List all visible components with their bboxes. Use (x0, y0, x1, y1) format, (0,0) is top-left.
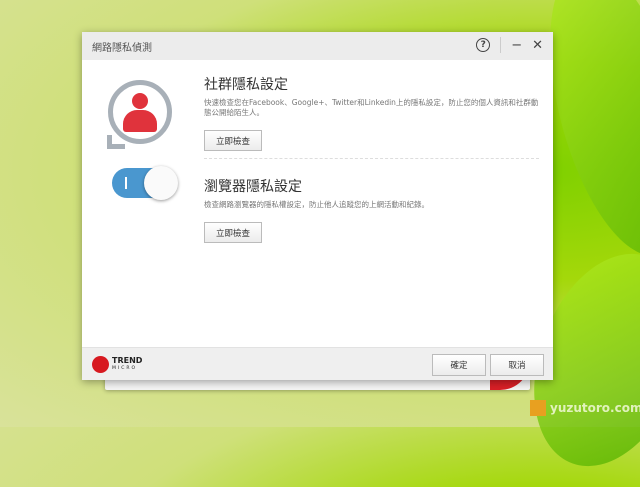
fox-badge-icon (530, 400, 546, 416)
brand-text: TREND (112, 355, 143, 365)
social-check-now-button[interactable]: 立即檢查 (204, 130, 262, 151)
section-title: 瀏覽器隱私設定 (204, 179, 302, 195)
trend-micro-logo: TREND MICRO (92, 356, 142, 373)
close-button[interactable]: ✕ (532, 38, 543, 53)
ok-button[interactable]: 確定 (432, 354, 486, 376)
help-icon[interactable]: ? (476, 38, 491, 52)
brand-subtext: MICRO (112, 365, 138, 371)
window-title: 網路隱私偵測 (92, 42, 152, 54)
section-title: 社群隱私設定 (204, 77, 288, 93)
browser-check-now-button[interactable]: 立即檢查 (204, 222, 262, 243)
watermark: yuzutoro.com (530, 400, 640, 416)
social-privacy-section: 社群隱私設定 快速檢查您在Facebook、Google+、Twitter和Li… (204, 74, 544, 151)
social-profile-icon (107, 80, 172, 149)
watermark-text: yuzutoro.com (550, 401, 640, 415)
browser-privacy-section: 瀏覽器隱私設定 檢查網路瀏覽器的隱私權設定，防止他人追蹤您的上網活動和紀錄。 立… (204, 176, 544, 243)
minimize-button[interactable]: − (511, 38, 522, 53)
toggle-switch-icon[interactable] (112, 166, 178, 200)
section-description: 快速檢查您在Facebook、Google+、Twitter和Linkedin上… (204, 98, 539, 117)
cancel-button[interactable]: 取消 (490, 354, 544, 376)
section-divider (204, 158, 539, 159)
privacy-dialog: 網路隱私偵測 ? − ✕ 社群隱私設定 快速檢查您在Facebook、Googl… (82, 32, 553, 380)
footer: TREND MICRO 確定 取消 (82, 347, 553, 380)
divider (500, 37, 502, 53)
section-description: 檢查網路瀏覽器的隱私權設定，防止他人追蹤您的上網活動和紀錄。 (204, 200, 429, 209)
trend-micro-logo-icon (92, 356, 109, 373)
